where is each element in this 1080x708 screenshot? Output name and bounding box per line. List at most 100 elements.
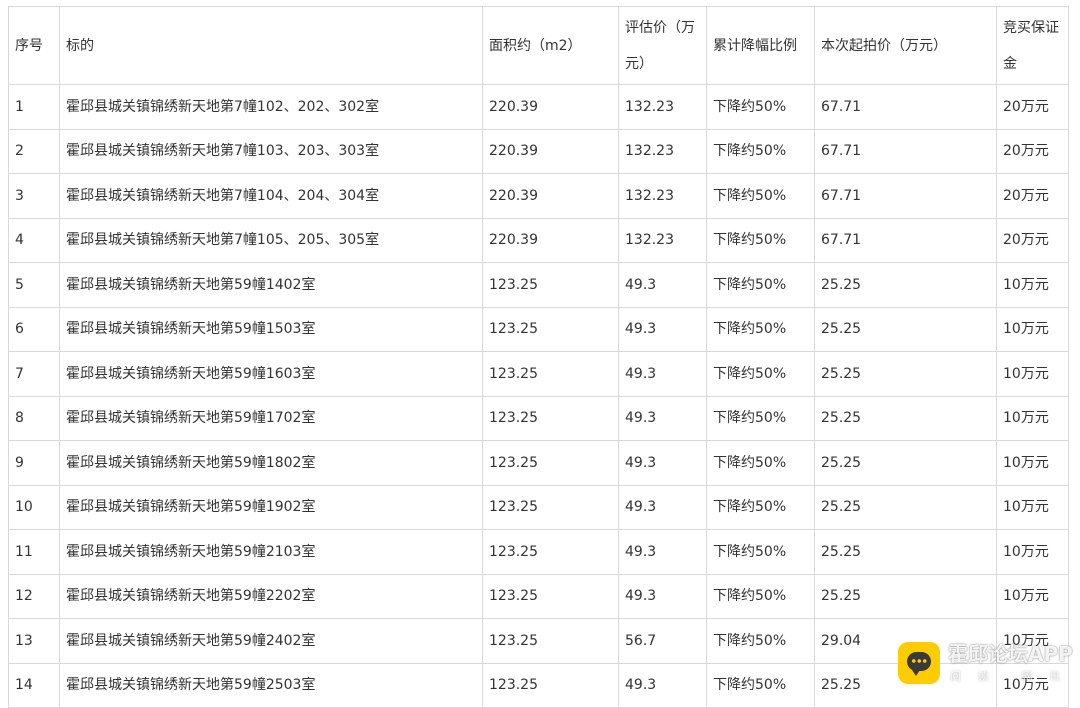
cell-start-price: 67.71: [814, 84, 997, 130]
watermark-title: 霍邱论坛APP: [948, 642, 1073, 666]
cell-valuation: 49.3: [618, 529, 707, 575]
cell-subject: 霍邱县城关镇锦绣新天地第59幢2202室: [59, 573, 483, 619]
table-row: 5 霍邱县城关镇锦绣新天地第59幢1402室 123.25 49.3 下降约50% 25.…: [8, 262, 1069, 308]
cell-start-price: 67.71: [814, 217, 997, 263]
cell-valuation: 132.23: [618, 128, 707, 174]
header-reduction: 累计降幅比例: [706, 6, 815, 85]
cell-start-price: 25.25: [814, 529, 997, 575]
cell-reduction: 下降约50%: [706, 128, 815, 174]
table-row: 3 霍邱县城关镇锦绣新天地第7幢104、204、304室 220.39 132.23 下…: [8, 173, 1069, 219]
cell-seq: 12: [8, 573, 60, 619]
header-deposit: 竞买保证金: [996, 6, 1069, 85]
cell-reduction: 下降约50%: [706, 351, 815, 397]
cell-area: 123.25: [482, 262, 619, 308]
cell-seq: 8: [8, 395, 60, 441]
cell-seq: 14: [8, 662, 60, 708]
cell-subject: 霍邱县城关镇锦绣新天地第59幢2503室: [59, 662, 483, 708]
cell-seq: 2: [8, 128, 60, 174]
table-row: 2 霍邱县城关镇锦绣新天地第7幢103、203、303室 220.39 132.23 下…: [8, 128, 1069, 174]
cell-area: 123.25: [482, 440, 619, 486]
cell-subject: 霍邱县城关镇锦绣新天地第7幢102、202、302室: [59, 84, 483, 130]
cell-start-price: 67.71: [814, 128, 997, 174]
app-watermark: 霍邱论坛APP 阅 读 网 讯: [898, 640, 1073, 694]
cell-seq: 11: [8, 529, 60, 575]
cell-seq: 5: [8, 262, 60, 308]
table-row: 12 霍邱县城关镇锦绣新天地第59幢2202室 123.25 49.3 下降约50% 25…: [8, 573, 1069, 619]
cell-reduction: 下降约50%: [706, 306, 815, 352]
cell-reduction: 下降约50%: [706, 484, 815, 530]
cell-reduction: 下降约50%: [706, 529, 815, 575]
cell-valuation: 49.3: [618, 440, 707, 486]
cell-seq: 7: [8, 351, 60, 397]
cell-deposit: 20万元: [996, 128, 1069, 174]
cell-valuation: 49.3: [618, 262, 707, 308]
cell-deposit: 10万元: [996, 395, 1069, 441]
auction-table: 序号 标的 面积约（m2） 评估价（万元） 累计降幅比例 本次起拍价（万元） 竞…: [8, 6, 1069, 708]
cell-valuation: 49.3: [618, 306, 707, 352]
cell-reduction: 下降约50%: [706, 217, 815, 263]
cell-subject: 霍邱县城关镇锦绣新天地第59幢1603室: [59, 351, 483, 397]
cell-start-price: 25.25: [814, 351, 997, 397]
cell-seq: 3: [8, 173, 60, 219]
cell-area: 220.39: [482, 84, 619, 130]
cell-valuation: 49.3: [618, 351, 707, 397]
cell-area: 123.25: [482, 529, 619, 575]
cell-subject: 霍邱县城关镇锦绣新天地第59幢1503室: [59, 306, 483, 352]
cell-deposit: 10万元: [996, 306, 1069, 352]
cell-reduction: 下降约50%: [706, 573, 815, 619]
cell-area: 220.39: [482, 173, 619, 219]
cell-deposit: 20万元: [996, 217, 1069, 263]
cell-reduction: 下降约50%: [706, 662, 815, 708]
table-row: 7 霍邱县城关镇锦绣新天地第59幢1603室 123.25 49.3 下降约50% 25.…: [8, 351, 1069, 397]
header-valuation: 评估价（万元）: [618, 6, 707, 85]
cell-deposit: 10万元: [996, 573, 1069, 619]
cell-valuation: 132.23: [618, 84, 707, 130]
cell-seq: 1: [8, 84, 60, 130]
cell-reduction: 下降约50%: [706, 84, 815, 130]
cell-subject: 霍邱县城关镇锦绣新天地第7幢105、205、305室: [59, 217, 483, 263]
table-row: 8 霍邱县城关镇锦绣新天地第59幢1702室 123.25 49.3 下降约50% 25.…: [8, 395, 1069, 441]
cell-area: 123.25: [482, 484, 619, 530]
cell-start-price: 25.25: [814, 262, 997, 308]
cell-area: 123.25: [482, 662, 619, 708]
cell-subject: 霍邱县城关镇锦绣新天地第59幢2103室: [59, 529, 483, 575]
cell-valuation: 132.23: [618, 173, 707, 219]
cell-subject: 霍邱县城关镇锦绣新天地第59幢1702室: [59, 395, 483, 441]
table-row: 11 霍邱县城关镇锦绣新天地第59幢2103室 123.25 49.3 下降约50% 25…: [8, 529, 1069, 575]
cell-start-price: 25.25: [814, 306, 997, 352]
cell-valuation: 49.3: [618, 484, 707, 530]
cell-reduction: 下降约50%: [706, 262, 815, 308]
cell-reduction: 下降约50%: [706, 618, 815, 664]
cell-reduction: 下降约50%: [706, 173, 815, 219]
cell-start-price: 25.25: [814, 395, 997, 441]
watermark-subtitle: 阅 读 网 讯: [950, 670, 1060, 683]
cell-subject: 霍邱县城关镇锦绣新天地第7幢104、204、304室: [59, 173, 483, 219]
cell-deposit: 20万元: [996, 84, 1069, 130]
table-row: 9 霍邱县城关镇锦绣新天地第59幢1802室 123.25 49.3 下降约50% 25.…: [8, 440, 1069, 486]
cell-start-price: 25.25: [814, 484, 997, 530]
table-row: 4 霍邱县城关镇锦绣新天地第7幢105、205、305室 220.39 132.23 下…: [8, 217, 1069, 263]
cell-deposit: 10万元: [996, 440, 1069, 486]
cell-area: 123.25: [482, 306, 619, 352]
cell-seq: 4: [8, 217, 60, 263]
cell-deposit: 10万元: [996, 351, 1069, 397]
cell-valuation: 56.7: [618, 618, 707, 664]
table-row: 6 霍邱县城关镇锦绣新天地第59幢1503室 123.25 49.3 下降约50% 25.…: [8, 306, 1069, 352]
table-header-row: 序号 标的 面积约（m2） 评估价（万元） 累计降幅比例 本次起拍价（万元） 竞…: [8, 6, 1069, 85]
cell-reduction: 下降约50%: [706, 395, 815, 441]
cell-area: 123.25: [482, 351, 619, 397]
cell-seq: 9: [8, 440, 60, 486]
cell-reduction: 下降约50%: [706, 440, 815, 486]
cell-deposit: 20万元: [996, 173, 1069, 219]
table-row: 10 霍邱县城关镇锦绣新天地第59幢1902室 123.25 49.3 下降约50% 25…: [8, 484, 1069, 530]
cell-valuation: 49.3: [618, 573, 707, 619]
table-row: 1 霍邱县城关镇锦绣新天地第7幢102、202、302室 220.39 132.23 下…: [8, 84, 1069, 130]
cell-area: 220.39: [482, 128, 619, 174]
cell-subject: 霍邱县城关镇锦绣新天地第59幢2402室: [59, 618, 483, 664]
cell-deposit: 10万元: [996, 484, 1069, 530]
cell-subject: 霍邱县城关镇锦绣新天地第59幢1902室: [59, 484, 483, 530]
header-area: 面积约（m2）: [482, 6, 619, 85]
cell-subject: 霍邱县城关镇锦绣新天地第59幢1402室: [59, 262, 483, 308]
cell-seq: 6: [8, 306, 60, 352]
header-subject: 标的: [59, 6, 483, 85]
